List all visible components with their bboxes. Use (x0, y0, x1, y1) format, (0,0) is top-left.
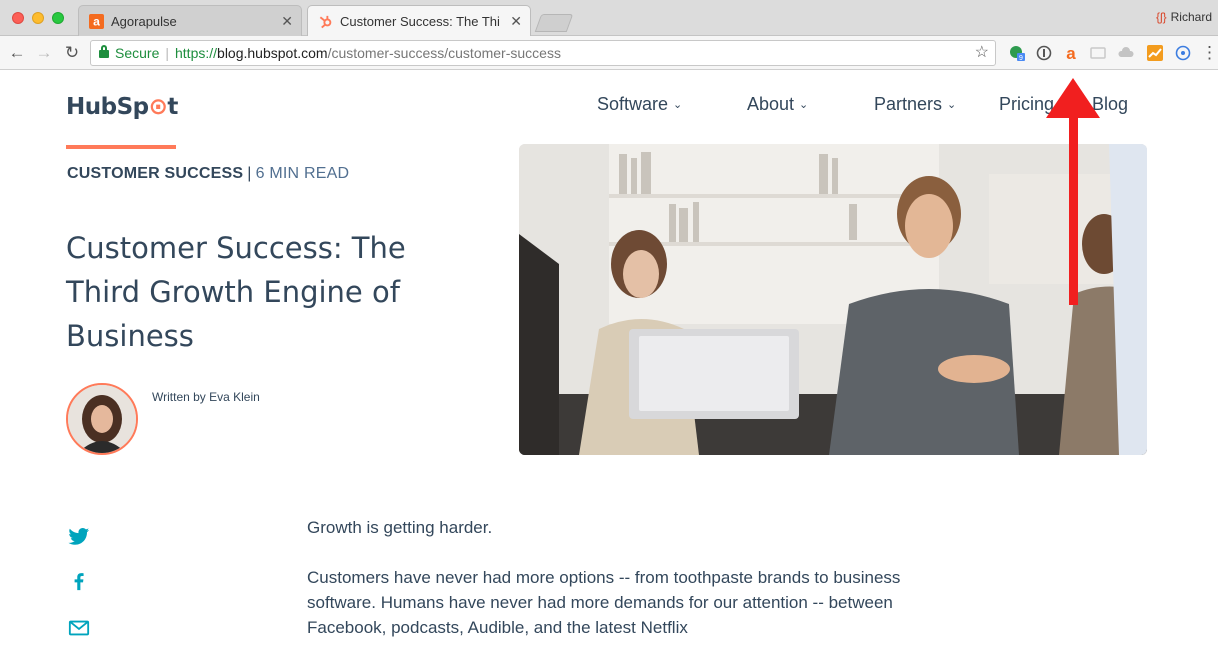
minimize-window-button[interactable] (32, 12, 44, 24)
url-host: blog.hubspot.com (217, 45, 328, 61)
extension-badge: 9 (1019, 55, 1023, 61)
agorapulse-icon: a (89, 14, 104, 29)
tab-customer-success[interactable]: Customer Success: The Third G ✕ (307, 5, 531, 37)
article-title: Customer Success: The Third Growth Engin… (66, 231, 406, 353)
author-avatar[interactable] (66, 383, 138, 455)
browser-menu-icon[interactable]: ⋮ (1201, 42, 1218, 64)
browser-tabstrip: a Agorapulse ✕ Customer Success: The Thi… (0, 0, 1218, 37)
meta-separator: | (247, 165, 252, 182)
reload-button[interactable]: ↻ (61, 42, 83, 64)
back-button[interactable]: ← (6, 42, 28, 64)
hero-image (519, 144, 1147, 455)
url-path: /customer-success/customer-success (327, 45, 561, 61)
agorapulse-extension-icon[interactable]: a (1063, 45, 1079, 61)
svg-text:a: a (1066, 45, 1076, 61)
cloud-icon[interactable] (1118, 45, 1134, 61)
chevron-down-icon: ⌄ (947, 99, 957, 111)
tab-close-icon[interactable]: ✕ (281, 6, 293, 36)
web-page: HubSp⊙t Software ⌄ About ⌄ Partners ⌄ Prici… (0, 70, 1218, 645)
topic-divider (66, 145, 176, 149)
analytics-icon[interactable] (1147, 45, 1163, 61)
logo-text-end: t (167, 94, 178, 120)
author-byline: Written by Eva Klein (152, 390, 260, 404)
extension-green-icon[interactable]: 9 (1009, 45, 1025, 61)
tab-title: Agorapulse (111, 14, 177, 29)
office-meeting-photo (519, 144, 1147, 455)
nav-label: About (747, 94, 795, 114)
target-icon[interactable] (1175, 45, 1191, 61)
bookmark-star-icon[interactable]: ☆ (975, 41, 989, 65)
tab-agorapulse[interactable]: a Agorapulse ✕ (78, 5, 302, 36)
facebook-icon[interactable] (68, 570, 90, 592)
nav-software[interactable]: Software ⌄ (597, 94, 682, 115)
sprocket-icon: ⊙ (148, 94, 168, 120)
svg-text:a: a (93, 15, 100, 29)
logo-text: HubSp (66, 94, 149, 120)
article-meta: CUSTOMER SUCCESS | 6 MIN READ (67, 165, 349, 183)
article-paragraph: Growth is getting harder. (307, 518, 493, 537)
maximize-window-button[interactable] (52, 12, 64, 24)
hubspot-logo[interactable]: HubSp⊙t (66, 94, 178, 120)
topic-link[interactable]: CUSTOMER SUCCESS (67, 165, 243, 182)
close-window-button[interactable] (12, 12, 24, 24)
article-paragraph: Customers have never had more options --… (307, 568, 901, 637)
new-tab-button[interactable] (534, 14, 574, 32)
hubspot-sprocket-icon (319, 15, 332, 29)
tab-close-icon[interactable]: ✕ (510, 6, 522, 37)
email-icon[interactable] (68, 617, 90, 639)
twitter-icon[interactable] (68, 525, 90, 547)
url-scheme: https:// (175, 45, 218, 61)
nav-label: Software (597, 94, 669, 114)
cast-icon[interactable] (1090, 45, 1106, 61)
address-bar[interactable]: Secure | https://blog.hubspot.com/customer… (90, 40, 996, 66)
profile-icon: {ʃ} (1155, 10, 1167, 24)
author-photo (68, 385, 136, 453)
forward-button[interactable]: → (33, 42, 55, 64)
url-separator: | (165, 45, 169, 61)
nav-label: Partners (874, 94, 943, 114)
profile-button[interactable]: {ʃ} Richard (1156, 10, 1212, 24)
chevron-down-icon: ⌄ (673, 99, 683, 111)
nav-about[interactable]: About ⌄ (747, 94, 808, 115)
nav-partners[interactable]: Partners ⌄ (874, 94, 956, 115)
chevron-down-icon: ⌄ (799, 99, 809, 111)
tab-title: Customer Success: The Third G (340, 14, 500, 29)
profile-name: Richard (1170, 10, 1212, 24)
annotation-arrow-shaft (1069, 108, 1078, 305)
password-manager-icon[interactable] (1036, 45, 1052, 61)
read-time: 6 MIN READ (255, 165, 350, 182)
browser-toolbar: ← → ↻ Secure | https://blog.hubspot.com/cu… (0, 36, 1218, 70)
lock-icon (99, 45, 109, 58)
security-label: Secure (115, 45, 160, 61)
